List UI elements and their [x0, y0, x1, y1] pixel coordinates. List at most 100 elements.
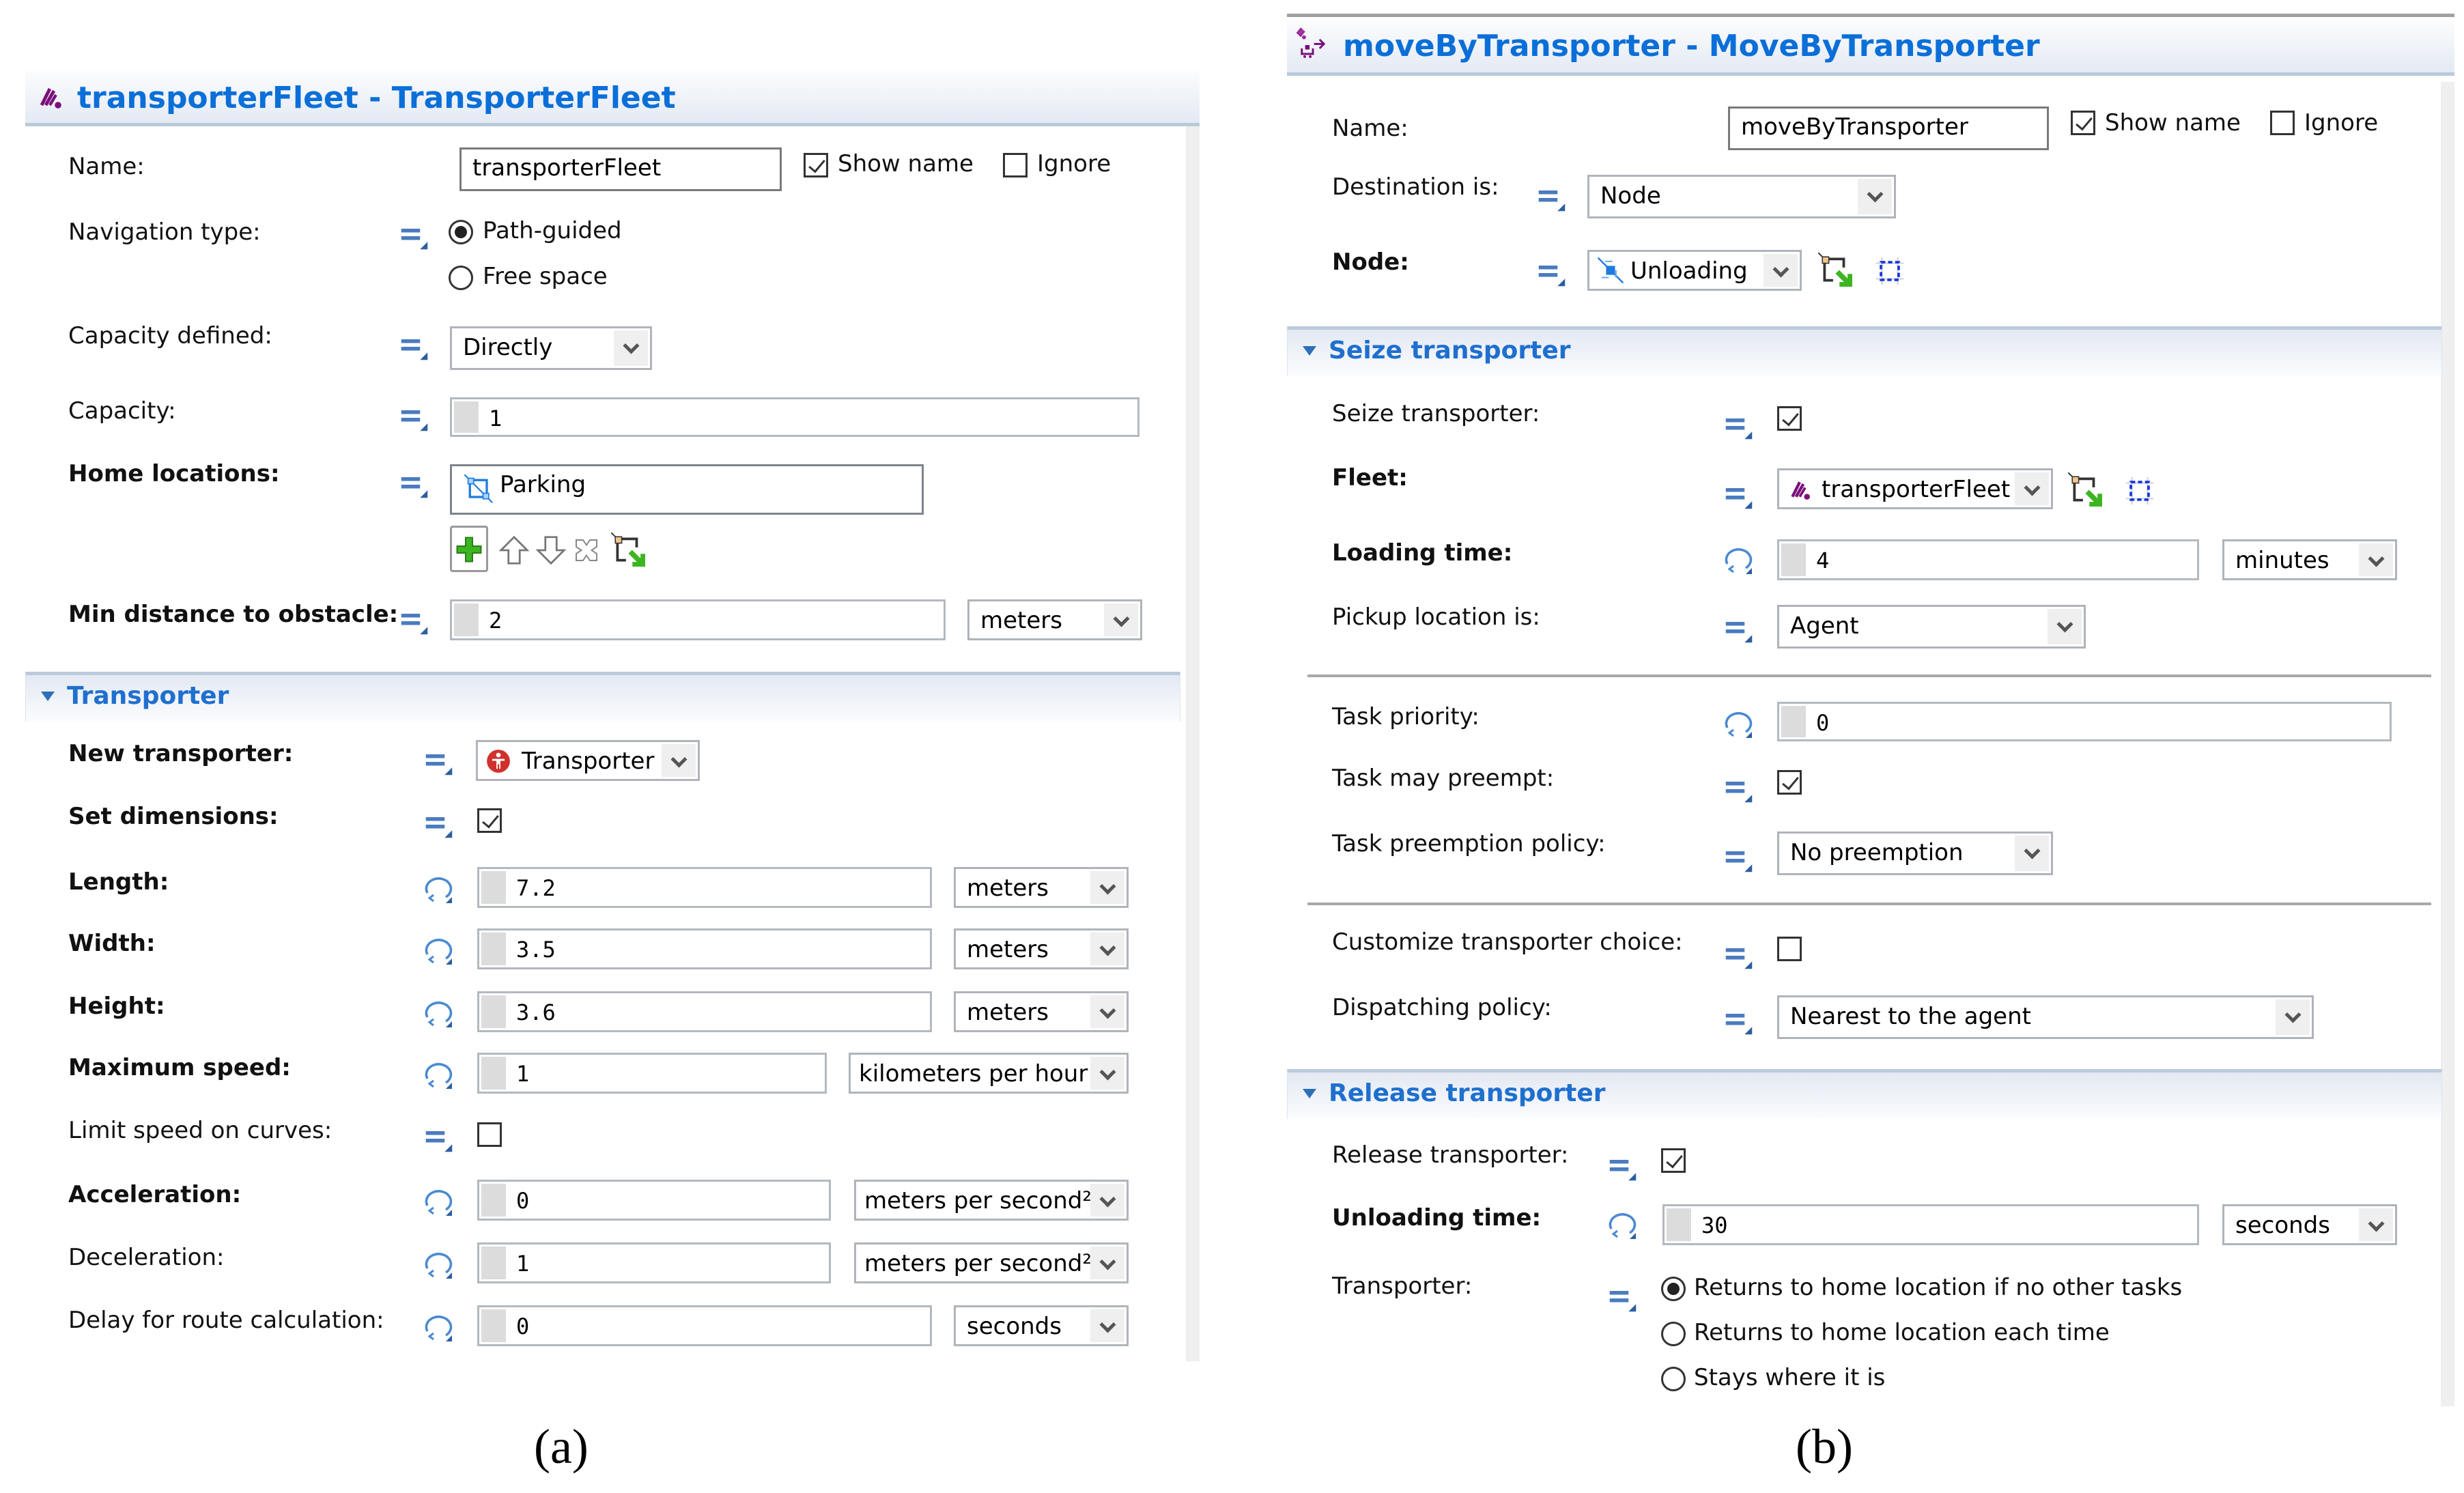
show-name-checkbox[interactable] — [804, 153, 828, 177]
loading-time-label: Loading time: — [1332, 539, 1513, 567]
static-value-icon[interactable] — [399, 403, 429, 433]
name-input[interactable]: transporterFleet — [459, 147, 782, 191]
acceleration-unit-select[interactable]: meters per second² — [854, 1180, 1129, 1221]
scrollbar[interactable] — [2441, 82, 2454, 1406]
returns-each-time-radio[interactable] — [1661, 1322, 1686, 1346]
max-speed-unit-select[interactable]: kilometers per hour — [849, 1053, 1129, 1094]
panel-header: moveByTransporter - MoveByTransporter — [1287, 20, 2454, 76]
dynamic-value-icon[interactable] — [421, 1058, 454, 1091]
deceleration-input[interactable]: 1 — [477, 1242, 831, 1283]
unloading-time-unit-select[interactable]: seconds — [2222, 1204, 2397, 1245]
static-value-icon[interactable] — [424, 810, 454, 840]
static-value-icon[interactable] — [424, 1124, 454, 1154]
dynamic-value-icon[interactable] — [421, 872, 454, 905]
dynamic-value-icon[interactable] — [421, 1248, 454, 1281]
static-value-icon[interactable] — [1724, 941, 1754, 971]
customize-choice-checkbox[interactable] — [1777, 937, 1802, 961]
static-value-icon[interactable] — [1724, 614, 1754, 644]
show-name-checkbox[interactable] — [2071, 111, 2095, 135]
destination-select[interactable]: Node — [1587, 175, 1896, 218]
scrollbar[interactable] — [1186, 126, 1200, 1361]
move-up-button[interactable] — [499, 535, 529, 565]
task-may-preempt-checkbox[interactable] — [1777, 770, 1802, 795]
static-value-icon[interactable] — [399, 470, 429, 500]
add-location-button[interactable] — [450, 526, 488, 572]
home-location-item[interactable]: Parking — [500, 471, 586, 498]
seize-section-header[interactable]: Seize transporter — [1287, 326, 2442, 376]
min-distance-input[interactable]: 2 — [450, 599, 946, 640]
length-unit-select[interactable]: meters — [954, 867, 1129, 908]
deceleration-unit-select[interactable]: meters per second² — [854, 1242, 1129, 1283]
capacity-defined-select[interactable]: Directly — [450, 326, 652, 370]
nav-path-guided-radio[interactable] — [449, 220, 473, 244]
static-value-icon[interactable] — [1724, 411, 1754, 441]
unloading-time-label: Unloading time: — [1332, 1204, 1542, 1232]
static-value-icon[interactable] — [399, 606, 429, 636]
dynamic-value-icon[interactable] — [1605, 1208, 1638, 1241]
returns-if-no-tasks-radio[interactable] — [1661, 1277, 1686, 1301]
set-dimensions-checkbox[interactable] — [477, 808, 502, 833]
pickup-location-select[interactable]: Agent — [1777, 605, 2086, 649]
stays-where-it-is-radio[interactable] — [1661, 1367, 1686, 1391]
fleet-select[interactable]: transporterFleet — [1777, 468, 2053, 509]
width-input[interactable]: 3.5 — [477, 928, 932, 969]
release-section-header[interactable]: Release transporter — [1287, 1069, 2442, 1119]
static-value-icon[interactable] — [399, 332, 429, 362]
preemption-policy-select[interactable]: No preemption — [1777, 831, 2053, 875]
transporter-section-header[interactable]: Transporter — [25, 672, 1180, 722]
static-value-icon[interactable] — [1537, 183, 1567, 213]
task-priority-input[interactable]: 0 — [1777, 702, 2392, 741]
delay-unit-select[interactable]: seconds — [954, 1305, 1129, 1346]
delay-input[interactable]: 0 — [477, 1305, 932, 1346]
nav-free-space-radio[interactable] — [449, 266, 473, 290]
name-input[interactable]: moveByTransporter — [1728, 106, 2049, 150]
select-from-graph-button[interactable] — [611, 532, 645, 567]
height-unit-select[interactable]: meters — [954, 991, 1129, 1032]
select-from-graph-button[interactable] — [2068, 472, 2102, 507]
ignore-checkbox[interactable] — [1003, 153, 1028, 177]
static-value-icon[interactable] — [1537, 258, 1567, 288]
static-value-icon[interactable] — [1724, 844, 1754, 874]
show-in-graph-button[interactable] — [1874, 255, 1906, 287]
agent-type-icon — [487, 750, 510, 773]
max-speed-input[interactable]: 1 — [477, 1053, 827, 1094]
capacity-input[interactable]: 1 — [450, 397, 1139, 437]
show-in-graph-button[interactable] — [2124, 475, 2155, 507]
static-value-icon[interactable] — [1608, 1152, 1638, 1182]
dispatching-policy-select[interactable]: Nearest to the agent — [1777, 995, 2314, 1039]
seize-transporter-checkbox[interactable] — [1777, 406, 1802, 431]
loading-time-input[interactable]: 4 — [1777, 539, 2199, 580]
min-distance-unit-select[interactable]: meters — [967, 599, 1142, 640]
node-select[interactable]: Unloading — [1587, 250, 1802, 291]
chevron-down-icon — [1090, 933, 1124, 965]
static-value-icon[interactable] — [399, 221, 429, 251]
width-unit-select[interactable]: meters — [954, 928, 1129, 969]
dynamic-value-icon[interactable] — [1721, 707, 1754, 740]
dynamic-value-icon[interactable] — [1721, 543, 1754, 576]
length-input[interactable]: 7.2 — [477, 867, 932, 908]
static-value-icon[interactable] — [1724, 481, 1754, 511]
dynamic-value-icon[interactable] — [421, 1311, 454, 1343]
dynamic-value-icon[interactable] — [421, 1185, 454, 1218]
static-value-icon[interactable] — [1608, 1283, 1638, 1313]
home-locations-list[interactable]: Parking — [450, 464, 924, 515]
static-value-icon[interactable] — [1724, 774, 1754, 804]
acceleration-input[interactable]: 0 — [477, 1180, 831, 1221]
delay-unit-value: seconds — [967, 1313, 1062, 1340]
unloading-time-input[interactable]: 30 — [1662, 1204, 2199, 1245]
select-from-graph-button[interactable] — [1818, 253, 1852, 287]
static-value-icon[interactable] — [424, 747, 454, 777]
dynamic-value-icon[interactable] — [421, 934, 454, 967]
ignore-checkbox[interactable] — [2270, 111, 2295, 135]
editor-gutter — [481, 1057, 506, 1090]
loading-time-unit-select[interactable]: minutes — [2222, 539, 2397, 580]
move-down-button[interactable] — [536, 535, 566, 565]
height-input[interactable]: 3.6 — [477, 991, 932, 1032]
remove-button[interactable] — [573, 537, 600, 564]
new-transporter-select[interactable]: Transporter — [476, 740, 700, 781]
release-transporter-checkbox[interactable] — [1661, 1148, 1686, 1173]
deceleration-unit-value: meters per second² — [864, 1250, 1092, 1277]
limit-speed-checkbox[interactable] — [477, 1122, 502, 1147]
static-value-icon[interactable] — [1724, 1006, 1754, 1036]
dynamic-value-icon[interactable] — [421, 997, 454, 1029]
